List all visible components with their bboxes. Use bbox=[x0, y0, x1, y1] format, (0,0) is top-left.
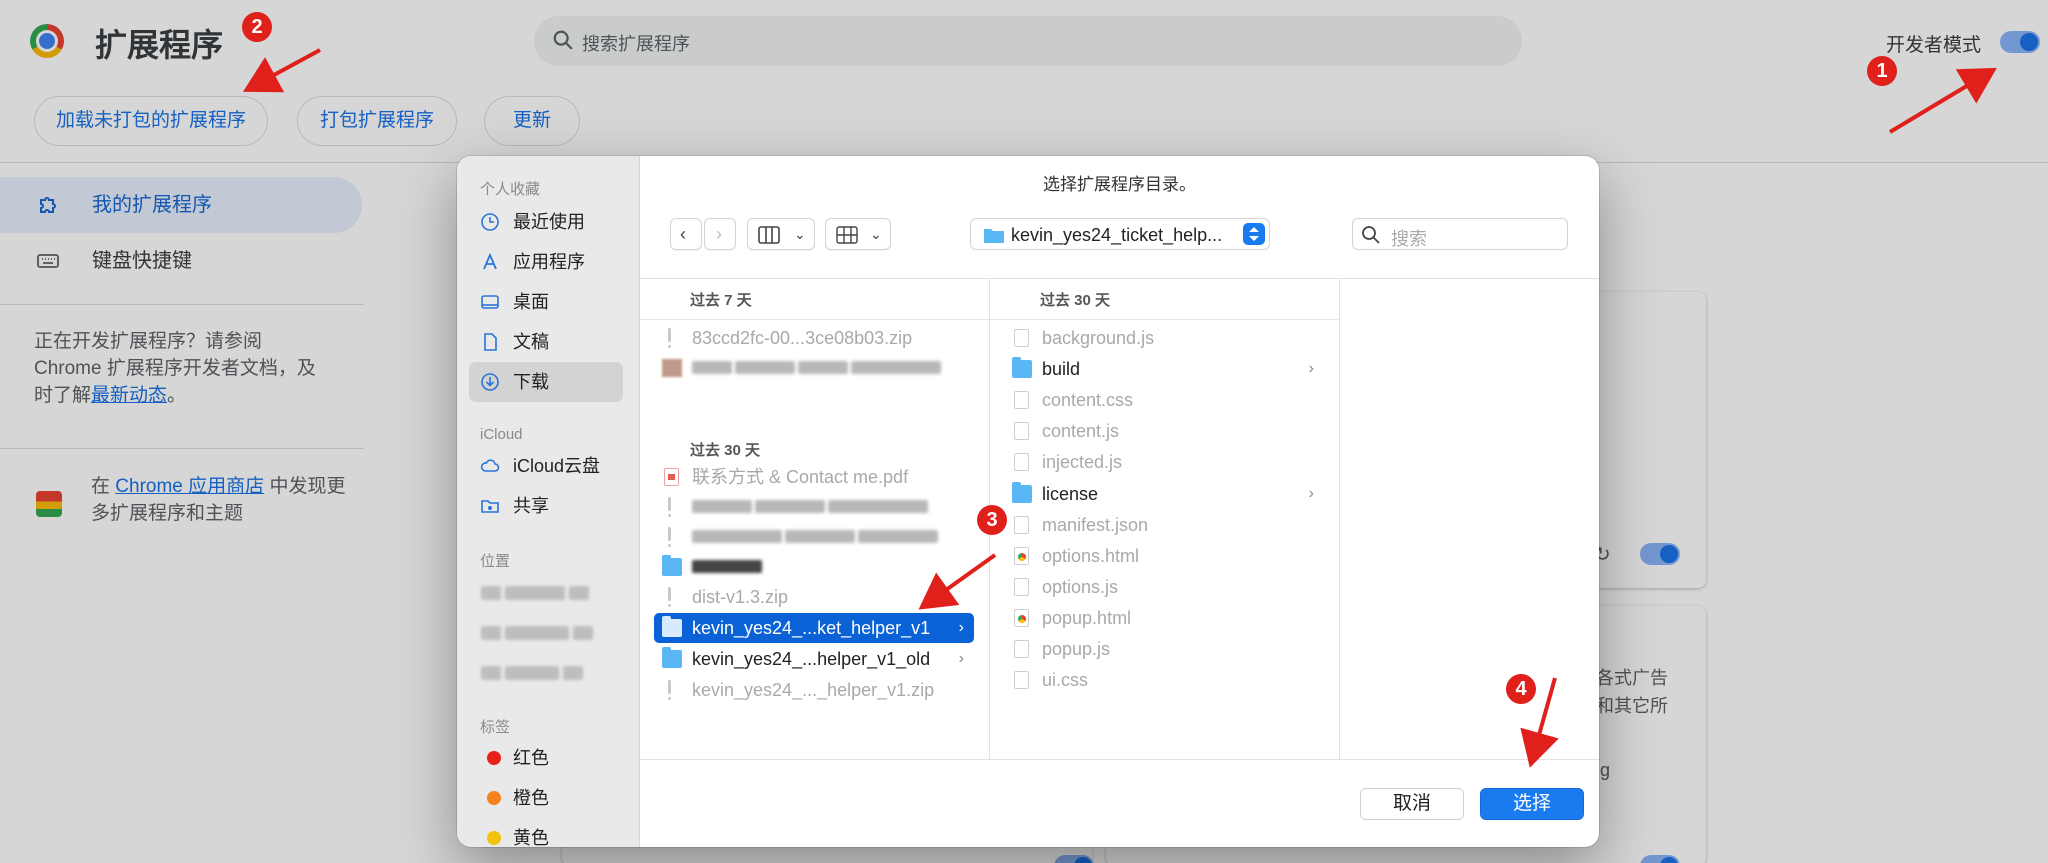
arrow-3 bbox=[918, 553, 997, 610]
arrow-2 bbox=[242, 48, 321, 93]
annotation-arrows bbox=[242, 48, 1997, 768]
annotation-badge: 3 bbox=[977, 505, 1007, 535]
annotation-badge: 4 bbox=[1506, 674, 1536, 704]
annotation-badge: 2 bbox=[242, 12, 272, 42]
arrow-1 bbox=[1888, 67, 1997, 134]
annotation-badge: 1 bbox=[1867, 56, 1897, 86]
